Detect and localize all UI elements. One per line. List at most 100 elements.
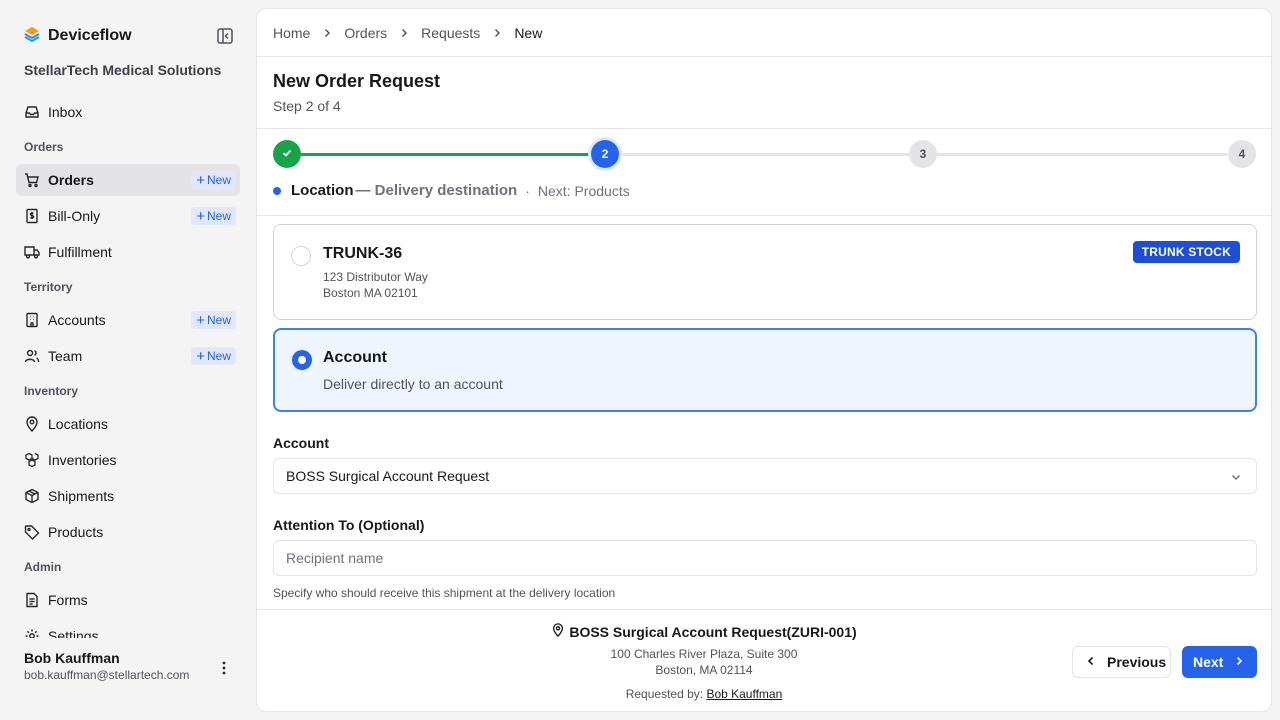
- sidebar-item-products[interactable]: Products: [16, 516, 240, 548]
- account-option-title: Account: [323, 349, 387, 366]
- chevron-down-icon: [1230, 470, 1242, 486]
- new-label: New: [206, 173, 231, 187]
- chevron-right-icon: [399, 28, 409, 38]
- brand[interactable]: Deviceflow: [24, 26, 132, 45]
- summary-address-line-1: 100 Charles River Plaza, Suite 300: [610, 647, 798, 661]
- sidebar-item-forms[interactable]: Forms: [16, 584, 240, 616]
- tag-icon: [24, 524, 40, 540]
- step-4: 4: [1228, 140, 1256, 168]
- receipt-dollar-icon: [24, 208, 40, 224]
- trunk-address-line-2: Boston MA 02101: [323, 286, 418, 300]
- brand-title: Deviceflow: [48, 26, 132, 44]
- chevron-right-icon: [322, 28, 332, 38]
- new-team-button[interactable]: + New: [191, 347, 236, 365]
- next-button[interactable]: Next: [1182, 646, 1257, 678]
- sidebar-collapse-icon[interactable]: [216, 27, 234, 45]
- sidebar-nav: Inbox Orders Orders + New Bill-Only + New …: [16, 94, 240, 638]
- sidebar-item-team[interactable]: Team + New: [16, 340, 240, 372]
- requested-by: Requested by: Bob Kauffman: [497, 687, 911, 701]
- nav-section-orders: Orders: [24, 140, 64, 154]
- check-icon: [281, 147, 293, 162]
- sidebar-item-label: Inbox: [48, 104, 83, 120]
- new-account-button[interactable]: + New: [191, 311, 236, 329]
- more-vertical-icon[interactable]: [216, 660, 232, 676]
- nav-section-inventory: Inventory: [24, 384, 79, 398]
- sidebar-item-bill-only[interactable]: Bill-Only + New: [16, 200, 240, 232]
- requested-by-link[interactable]: Bob Kauffman: [706, 687, 782, 701]
- new-label: New: [206, 349, 231, 363]
- main-panel: Home Orders Requests New New Order Reque…: [256, 8, 1272, 712]
- current-step-name: Location: [291, 182, 354, 199]
- plus-icon: +: [196, 311, 205, 329]
- truck-icon: [24, 244, 40, 260]
- sidebar-item-shipments[interactable]: Shipments: [16, 480, 240, 512]
- breadcrumb-home[interactable]: Home: [273, 25, 310, 41]
- trunk-radio[interactable]: [291, 246, 311, 266]
- trunk-address-line-1: 123 Distributor Way: [323, 270, 428, 284]
- map-pin-icon: [551, 623, 565, 640]
- organization-name[interactable]: StellarTech Medical Solutions: [24, 62, 221, 78]
- sidebar-item-inbox[interactable]: Inbox: [16, 96, 240, 128]
- package-icon: [24, 488, 40, 504]
- chevron-right-icon: [1233, 654, 1245, 670]
- user-name: Bob Kauffman: [24, 650, 120, 666]
- page-subtitle: Step 2 of 4: [273, 98, 341, 114]
- requested-by-label: Requested by:: [625, 687, 704, 701]
- breadcrumb-orders[interactable]: Orders: [344, 25, 387, 41]
- footer: BOSS Surgical Account Request(ZURI-001) …: [257, 609, 1271, 711]
- step-connector: [619, 153, 909, 156]
- sidebar-item-settings[interactable]: Settings: [16, 620, 240, 638]
- sidebar-item-label: Accounts: [48, 312, 106, 328]
- shopping-cart-icon: [24, 172, 40, 188]
- location-option-account[interactable]: Account Deliver directly to an account: [273, 328, 1257, 412]
- step-3: 3: [909, 140, 937, 168]
- current-step-label: Location — Delivery destination · Next: …: [273, 182, 630, 199]
- sidebar-item-label: Settings: [48, 628, 99, 638]
- sidebar-item-label: Bill-Only: [48, 208, 101, 224]
- step-1-completed[interactable]: [273, 140, 301, 168]
- sidebar-item-label: Team: [48, 348, 83, 364]
- step-separator: ·: [525, 182, 530, 199]
- current-step-bullet: [273, 186, 281, 195]
- inbox-icon: [24, 104, 40, 120]
- new-order-button[interactable]: + New: [191, 171, 236, 189]
- stepper-divider: [257, 215, 1271, 216]
- attention-input[interactable]: [273, 540, 1257, 576]
- trunk-title: TRUNK-36: [323, 245, 403, 262]
- account-option-description: Deliver directly to an account: [323, 376, 503, 392]
- account-radio[interactable]: [292, 350, 312, 370]
- header-divider: [257, 56, 1271, 57]
- sidebar-item-label: Forms: [48, 592, 88, 608]
- summary-account-name: BOSS Surgical Account Request(ZURI-001): [569, 623, 857, 640]
- chevron-left-icon: [1085, 654, 1097, 670]
- breadcrumb-requests[interactable]: Requests: [421, 25, 480, 41]
- location-option-trunk[interactable]: TRUNK-36 123 Distributor Way Boston MA 0…: [273, 224, 1257, 320]
- sidebar-item-accounts[interactable]: Accounts + New: [16, 304, 240, 336]
- step-connector-done: [301, 153, 589, 156]
- sidebar-item-fulfillment[interactable]: Fulfillment: [16, 236, 240, 268]
- sidebar-item-label: Products: [48, 524, 104, 540]
- account-select[interactable]: BOSS Surgical Account Request: [273, 458, 1257, 494]
- account-select-value: BOSS Surgical Account Request: [286, 468, 490, 484]
- breadcrumb-current: New: [514, 25, 543, 41]
- previous-button[interactable]: Previous: [1072, 646, 1171, 678]
- new-label: New: [206, 313, 231, 327]
- delivery-summary-title: BOSS Surgical Account Request(ZURI-001): [497, 623, 911, 640]
- sidebar: Deviceflow StellarTech Medical Solutions…: [0, 0, 256, 720]
- map-pin-icon: [24, 416, 40, 432]
- nav-section-territory: Territory: [24, 280, 73, 294]
- plus-icon: +: [196, 347, 205, 365]
- breadcrumb: Home Orders Requests New: [273, 25, 542, 41]
- current-step-description: — Delivery destination: [355, 182, 518, 199]
- sidebar-item-locations[interactable]: Locations: [16, 408, 240, 440]
- user-profile[interactable]: Bob Kauffman bob.kauffman@stellartech.co…: [24, 650, 189, 682]
- gear-icon: [24, 628, 40, 638]
- users-icon: [24, 348, 40, 364]
- sidebar-item-inventories[interactable]: Inventories: [16, 444, 240, 476]
- sidebar-item-label: Orders: [48, 172, 94, 188]
- sidebar-item-orders[interactable]: Orders + New: [16, 164, 240, 196]
- step-2-current[interactable]: 2: [591, 140, 619, 168]
- chevron-right-icon: [492, 28, 502, 38]
- new-bill-only-button[interactable]: + New: [191, 207, 236, 225]
- page-title: New Order Request: [273, 71, 441, 91]
